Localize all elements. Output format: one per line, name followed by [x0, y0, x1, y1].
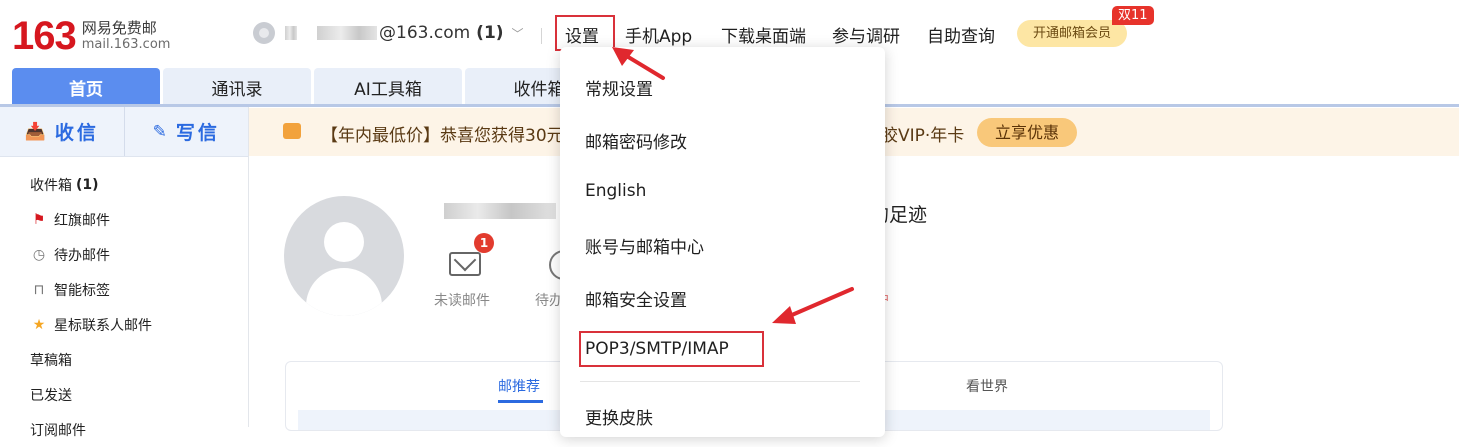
logo-name: 网易免费邮: [81, 19, 157, 37]
red-flag-icon: ⚑: [32, 211, 46, 228]
unread-count-badge: 1: [474, 233, 494, 253]
todo-label[interactable]: 待办: [535, 290, 563, 310]
sidebar-item-star-contacts[interactable]: ★ 星标联系人邮件: [0, 307, 248, 342]
banner-text-tail: 胶VIP·年卡: [881, 126, 965, 146]
sidebar-item-smart-tags[interactable]: ⊓ 智能标签: [0, 272, 248, 307]
logo-number: 163: [12, 14, 77, 58]
banner-text: 【年内最低价】恭喜您获得30元: [321, 126, 564, 146]
avatar-icon: [253, 22, 275, 44]
bookmark-icon: ⊓: [33, 281, 45, 298]
logo[interactable]: 163 网易免费邮 mail.163.com: [12, 16, 170, 56]
main-tabs: 首页 通讯录 AI工具箱 收件箱: [12, 68, 616, 106]
vip-button[interactable]: 开通邮箱会员: [1017, 20, 1127, 47]
banner-cta-button[interactable]: 立享优惠: [977, 118, 1077, 147]
promo-badge: 双11: [1112, 6, 1154, 25]
redacted-username: [317, 26, 377, 40]
nav-desktop-download[interactable]: 下载桌面端: [721, 22, 806, 47]
settings-highlight-box: [555, 15, 615, 51]
account-unread: (1): [476, 23, 504, 43]
tab-contacts[interactable]: 通讯录: [163, 68, 311, 106]
profile-avatar[interactable]: [284, 196, 404, 316]
pen-icon: ✎: [152, 121, 170, 142]
logo-domain: mail.163.com: [81, 37, 171, 52]
star-icon: ★: [32, 316, 46, 333]
sidebar-item-sent[interactable]: 已发送: [0, 377, 248, 412]
nav-divider: [541, 28, 542, 44]
nav-self-service[interactable]: 自助查询: [927, 22, 995, 47]
menu-divider: [580, 381, 860, 382]
redacted-username: [285, 26, 297, 40]
redacted-profile-name: [444, 203, 556, 219]
sidebar-item-subscriptions[interactable]: 订阅邮件: [0, 412, 248, 447]
sidebar-item-red-flag[interactable]: ⚑ 红旗邮件: [0, 202, 248, 237]
tab-mail-recommend[interactable]: 邮推荐: [498, 376, 540, 396]
tab-home[interactable]: 首页: [12, 68, 160, 106]
menu-item-english[interactable]: English: [585, 181, 646, 201]
compose-button[interactable]: ✎ 写信: [123, 107, 249, 156]
menu-item-security-settings[interactable]: 邮箱安全设置: [585, 286, 687, 311]
account-email: @163.com: [379, 23, 471, 43]
clock-icon: ◷: [32, 246, 46, 263]
sidebar-item-todo[interactable]: ◷ 待办邮件: [0, 237, 248, 272]
menu-item-account-center[interactable]: 账号与邮箱中心: [585, 233, 704, 258]
menu-item-change-password[interactable]: 邮箱密码修改: [585, 128, 687, 153]
inbox-download-icon: 📥: [24, 121, 49, 142]
unread-label[interactable]: 未读邮件: [434, 290, 490, 310]
receive-button[interactable]: 📥 收信: [0, 107, 124, 156]
compose-row: 📥 收信 ✎ 写信: [0, 107, 248, 157]
account-switcher[interactable]: @163.com (1) ﹀: [253, 22, 524, 44]
gift-icon: [283, 123, 301, 139]
menu-item-change-skin[interactable]: 更换皮肤: [585, 404, 653, 429]
active-tab-underline: [498, 400, 543, 403]
nav-mobile-app[interactable]: 手机App: [625, 22, 692, 47]
sidebar-item-drafts[interactable]: 草稿箱: [0, 342, 248, 377]
tab-ai-toolbox[interactable]: AI工具箱: [314, 68, 462, 106]
mail-icon[interactable]: [449, 252, 481, 276]
tab-see-world[interactable]: 看世界: [966, 376, 1008, 396]
nav-survey[interactable]: 参与调研: [832, 22, 900, 47]
pop3-highlight-box: [579, 331, 764, 367]
sidebar: 📥 收信 ✎ 写信 收件箱 (1) ⚑ 红旗邮件 ◷ 待办邮件 ⊓ 智能标签 ★…: [0, 107, 249, 439]
menu-item-general-settings[interactable]: 常规设置: [585, 75, 653, 100]
chevron-down-icon: ﹀: [511, 26, 524, 41]
settings-dropdown: 常规设置 邮箱密码修改 English 账号与邮箱中心 邮箱安全设置 POP3/…: [560, 47, 885, 437]
sidebar-item-inbox[interactable]: 收件箱 (1): [0, 167, 248, 202]
